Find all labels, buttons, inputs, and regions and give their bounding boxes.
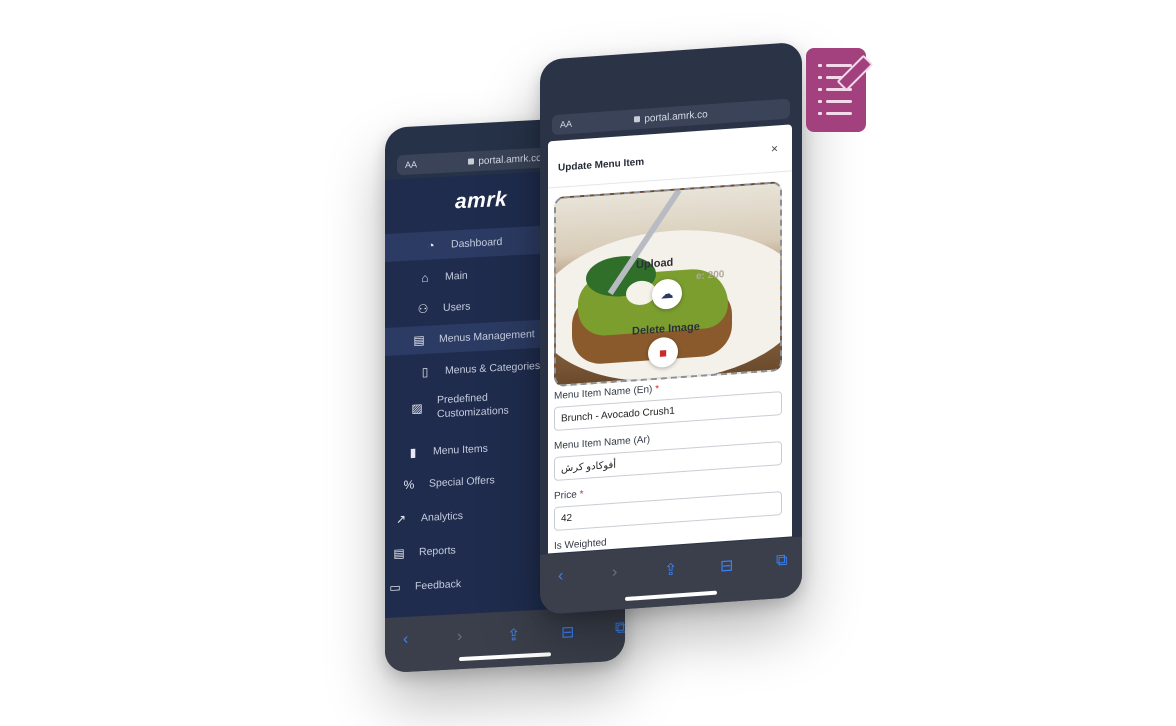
sidebar-item-label: Main	[445, 269, 468, 283]
text-size-button[interactable]: AA	[560, 119, 572, 130]
upload-size-hint: e: 200	[696, 269, 725, 283]
sidebar-item-label: Analytics	[421, 509, 464, 525]
showcase-scene: AA portal.amrk.co amrk ◔ Dashboard ⌂ Mai…	[0, 0, 1176, 726]
menu-item-icon: ▮	[409, 445, 417, 460]
report-icon: ▤	[393, 545, 405, 561]
url-text: portal.amrk.co	[478, 152, 542, 167]
modal-title: Update Menu Item	[558, 156, 645, 174]
home-indicator	[459, 652, 551, 662]
sidebar-item-label: Menus & Categories	[445, 359, 541, 377]
bookmarks-icon[interactable]: ⊟	[561, 622, 574, 643]
back-icon[interactable]: ‹	[403, 631, 408, 649]
back-icon[interactable]: ‹	[558, 567, 563, 585]
sidebar-item-label: Reports	[419, 544, 456, 559]
feedback-icon: ▭	[389, 580, 401, 595]
share-icon[interactable]: ⇪	[664, 559, 677, 580]
home-icon: ⌂	[421, 270, 429, 286]
field-label-price: Price *	[554, 488, 584, 503]
sidebar-item-label: Dashboard	[451, 235, 503, 251]
brand-logo: amrk	[455, 187, 508, 214]
tabs-icon[interactable]: ⧉	[776, 552, 787, 571]
users-icon: ⚇	[417, 301, 429, 317]
menu-book-icon: ▤	[413, 332, 425, 348]
offer-icon: %	[403, 477, 415, 493]
sidebar-item-label: Predefined Customizations	[437, 391, 509, 421]
chart-icon: ↗	[395, 511, 407, 527]
field-label-name-en: Menu Item Name (En) *	[554, 383, 660, 403]
lock-icon	[468, 158, 475, 165]
close-icon[interactable]: ×	[771, 141, 778, 155]
bookmarks-icon[interactable]: ⊟	[720, 555, 733, 576]
sidebar-item-label: Menus Management	[439, 328, 535, 346]
sidebar-item-label: Menu Items	[433, 442, 488, 458]
customize-icon: ▨	[411, 401, 423, 416]
url-text: portal.amrk.co	[644, 108, 708, 125]
field-label-name-ar: Menu Item Name (Ar)	[554, 434, 651, 453]
browser-toolbar: ‹ › ⇪ ⊟ ⧉	[385, 605, 625, 673]
lock-icon	[634, 115, 641, 123]
image-upload-dropzone[interactable]: Upload e: 200 ☁ Delete Image ■	[554, 181, 782, 388]
text-size-button[interactable]: AA	[405, 159, 417, 170]
forward-icon[interactable]: ›	[457, 628, 462, 646]
forward-icon[interactable]: ›	[612, 564, 617, 582]
field-label-is-weighted: Is Weighted	[554, 537, 607, 553]
home-indicator	[625, 590, 717, 602]
price-input[interactable]: 42	[554, 491, 782, 532]
sidebar-item-label: Special Offers	[429, 474, 495, 490]
gauge-icon: ◔	[427, 238, 435, 253]
front-phone: AA portal.amrk.co Update Menu Item × Upl…	[540, 41, 802, 615]
sidebar-item-label: Feedback	[415, 578, 462, 593]
tabs-icon[interactable]: ⧉	[615, 619, 625, 638]
update-menu-item-modal: Update Menu Item × Upload e: 200 ☁ Delet…	[548, 124, 792, 554]
modal-header: Update Menu Item ×	[548, 124, 792, 189]
list-icon: ▯	[421, 364, 429, 380]
share-icon[interactable]: ⇪	[507, 625, 520, 646]
sidebar-item-label: Users	[443, 300, 471, 314]
